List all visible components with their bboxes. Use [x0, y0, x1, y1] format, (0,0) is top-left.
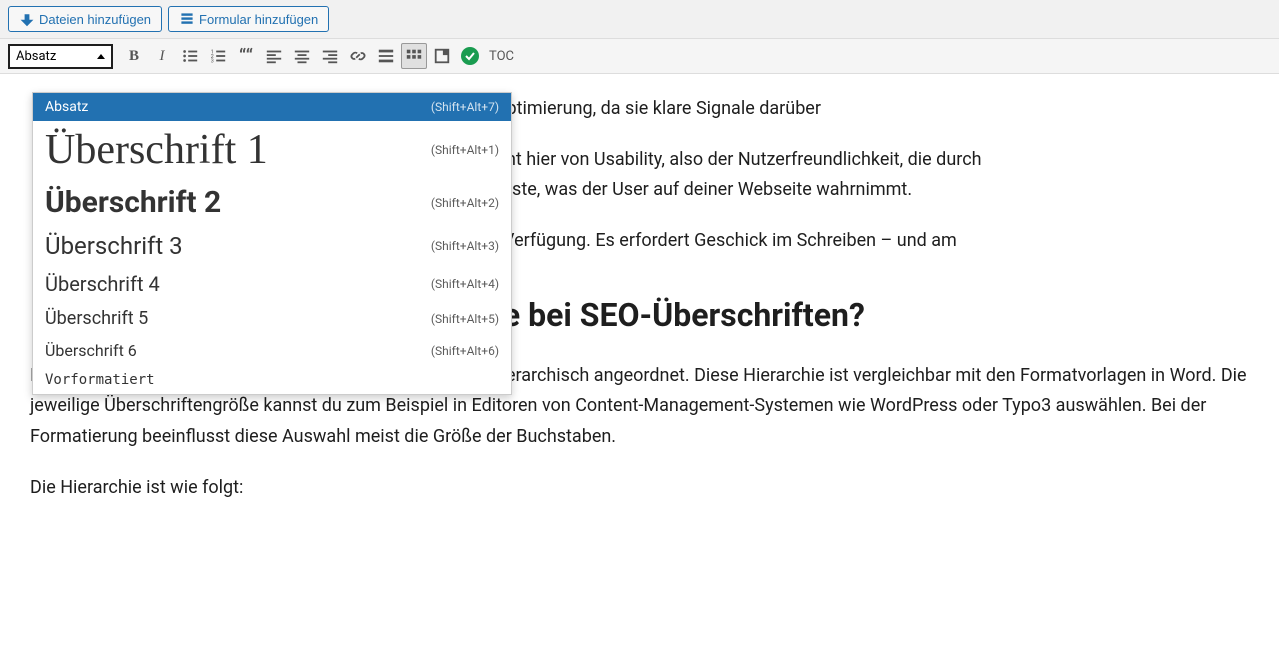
blockquote-button[interactable]: ““ — [233, 43, 259, 69]
form-icon — [179, 11, 195, 27]
bulleted-list-button[interactable] — [177, 43, 203, 69]
toolbar-toggle-button[interactable] — [401, 43, 427, 69]
align-left-button[interactable] — [261, 43, 287, 69]
add-form-label: Formular hinzufügen — [199, 12, 318, 27]
format-option-label: Absatz — [45, 99, 88, 115]
bold-button[interactable]: B — [121, 43, 147, 69]
format-option-label: Überschrift 2 — [45, 185, 221, 220]
editor-toolbar: Absatz B I 123 ““ — [0, 39, 1279, 74]
fullscreen-button[interactable] — [429, 43, 455, 69]
status-check-button[interactable] — [457, 43, 483, 69]
format-option-shortcut: (Shift+Alt+6) — [431, 344, 499, 358]
add-files-button[interactable]: Dateien hinzufügen — [8, 6, 162, 32]
toolbar-group: B I 123 ““ TOC — [121, 43, 514, 69]
align-right-button[interactable] — [317, 43, 343, 69]
format-option-label: Vorformatiert — [45, 372, 155, 388]
format-option-shortcut: (Shift+Alt+5) — [431, 312, 499, 326]
format-option[interactable]: Absatz (Shift+Alt+7) — [33, 93, 511, 121]
media-buttons-bar: Dateien hinzufügen Formular hinzufügen — [0, 0, 1279, 39]
toc-button[interactable]: TOC — [485, 49, 514, 64]
svg-text:3: 3 — [211, 58, 214, 64]
format-option[interactable]: Vorformatiert — [33, 366, 511, 394]
format-option-shortcut: (Shift+Alt+2) — [431, 196, 499, 210]
format-option-label: Überschrift 1 — [45, 127, 268, 173]
format-option-label: Überschrift 6 — [45, 341, 137, 360]
caret-up-icon — [97, 54, 105, 59]
format-select-value: Absatz — [16, 49, 56, 64]
align-center-button[interactable] — [289, 43, 315, 69]
format-option[interactable]: Überschrift 1 (Shift+Alt+1) — [33, 121, 511, 179]
format-option[interactable]: Überschrift 5 (Shift+Alt+5) — [33, 302, 511, 335]
format-option-shortcut: (Shift+Alt+7) — [431, 100, 499, 114]
numbered-list-button[interactable]: 123 — [205, 43, 231, 69]
format-option-shortcut: (Shift+Alt+3) — [431, 239, 499, 253]
format-option-shortcut: (Shift+Alt+4) — [431, 277, 499, 291]
format-option-label: Überschrift 3 — [45, 232, 183, 260]
format-option-shortcut: (Shift+Alt+1) — [431, 143, 499, 157]
format-dropdown: Absatz (Shift+Alt+7) Überschrift 1 (Shift+A… — [32, 92, 512, 395]
format-option[interactable]: Überschrift 3 (Shift+Alt+3) — [33, 226, 511, 266]
media-icon — [19, 11, 35, 27]
format-option[interactable]: Überschrift 4 (Shift+Alt+4) — [33, 266, 511, 302]
format-option-label: Überschrift 4 — [45, 272, 160, 296]
format-option-label: Überschrift 5 — [45, 308, 148, 329]
add-form-button[interactable]: Formular hinzufügen — [168, 6, 329, 32]
add-files-label: Dateien hinzufügen — [39, 12, 151, 27]
italic-button[interactable]: I — [149, 43, 175, 69]
format-option[interactable]: Überschrift 6 (Shift+Alt+6) — [33, 335, 511, 366]
link-button[interactable] — [345, 43, 371, 69]
format-select[interactable]: Absatz — [8, 44, 113, 69]
format-option[interactable]: Überschrift 2 (Shift+Alt+2) — [33, 179, 511, 226]
read-more-button[interactable] — [373, 43, 399, 69]
paragraph: Die Hierarchie ist wie folgt: — [30, 473, 1249, 504]
